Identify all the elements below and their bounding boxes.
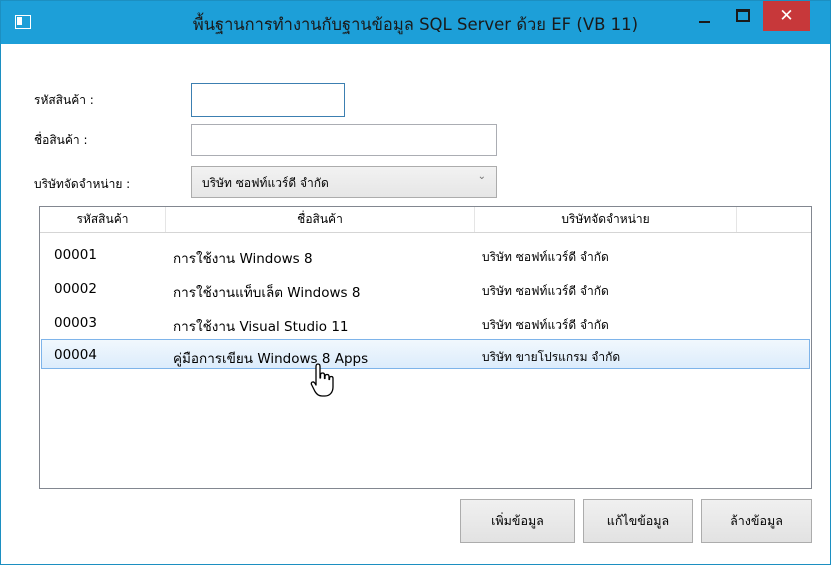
cell-product-name: คู่มือการเขียน Windows 8 Apps — [173, 351, 369, 367]
table-row[interactable]: 00003 การใช้งาน Visual Studio 11 บริษัท … — [41, 308, 810, 338]
table-header: รหัสสินค้า ชื่อสินค้า บริษัทจัดจำหน่าย — [40, 207, 811, 233]
hand-pointer-cursor-icon — [309, 362, 337, 406]
distributor-selected-value: บริษัท ซอฟท์แวร์ดี จำกัด — [202, 176, 329, 190]
app-window: พื้นฐานการทำงานกับฐานข้อมูล SQL Server ด… — [0, 0, 831, 565]
cell-distributor: บริษัท ซอฟท์แวร์ดี จำกัด — [482, 318, 609, 332]
close-icon: ✕ — [779, 6, 794, 26]
edit-data-button[interactable]: แก้ไขข้อมูล — [583, 499, 693, 543]
maximize-button[interactable] — [725, 1, 759, 32]
cell-product-id: 00001 — [54, 247, 97, 263]
minimize-icon — [699, 21, 710, 23]
cell-product-id: 00004 — [54, 347, 97, 363]
cell-product-name: การใช้งาน Visual Studio 11 — [173, 319, 349, 335]
maximize-icon — [736, 9, 750, 22]
product-name-input[interactable] — [191, 124, 497, 156]
chevron-down-icon: ⌄ — [477, 171, 486, 182]
distributor-label: บริษัทจัดจำหน่าย : — [34, 177, 131, 191]
table-row-selected[interactable]: 00004 คู่มือการเขียน Windows 8 Apps บริษ… — [41, 339, 810, 369]
clear-data-button[interactable]: ล้างข้อมูล — [701, 499, 812, 543]
cell-product-name: การใช้งาน Windows 8 — [173, 251, 313, 267]
cell-distributor: บริษัท ขายโปรแกรม จำกัด — [482, 350, 621, 364]
table-row[interactable]: 00002 การใช้งานแท็บเล็ต Windows 8 บริษัท… — [41, 274, 810, 304]
distributor-select[interactable]: บริษัท ซอฟท์แวร์ดี จำกัด ⌄ — [191, 166, 497, 198]
column-header-product-name[interactable]: ชื่อสินค้า — [166, 207, 475, 232]
cell-distributor: บริษัท ซอฟท์แวร์ดี จำกัด — [482, 284, 609, 298]
title-bar[interactable]: พื้นฐานการทำงานกับฐานข้อมูล SQL Server ด… — [1, 1, 830, 44]
product-id-input[interactable] — [191, 83, 345, 117]
cell-product-id: 00003 — [54, 315, 97, 331]
cell-distributor: บริษัท ซอฟท์แวร์ดี จำกัด — [482, 250, 609, 264]
column-header-distributor[interactable]: บริษัทจัดจำหน่าย — [475, 207, 737, 232]
close-button[interactable]: ✕ — [763, 1, 810, 31]
column-header-product-id[interactable]: รหัสสินค้า — [40, 207, 166, 232]
add-data-button[interactable]: เพิ่มข้อมูล — [460, 499, 575, 543]
product-id-label: รหัสสินค้า : — [34, 93, 94, 107]
table-row[interactable]: 00001 การใช้งาน Windows 8 บริษัท ซอฟท์แว… — [41, 240, 810, 270]
product-name-label: ชื่อสินค้า : — [34, 133, 88, 147]
cell-product-name: การใช้งานแท็บเล็ต Windows 8 — [173, 285, 361, 301]
cell-product-id: 00002 — [54, 281, 97, 297]
minimize-button[interactable] — [689, 1, 721, 32]
product-table[interactable]: รหัสสินค้า ชื่อสินค้า บริษัทจัดจำหน่าย 0… — [39, 206, 812, 489]
